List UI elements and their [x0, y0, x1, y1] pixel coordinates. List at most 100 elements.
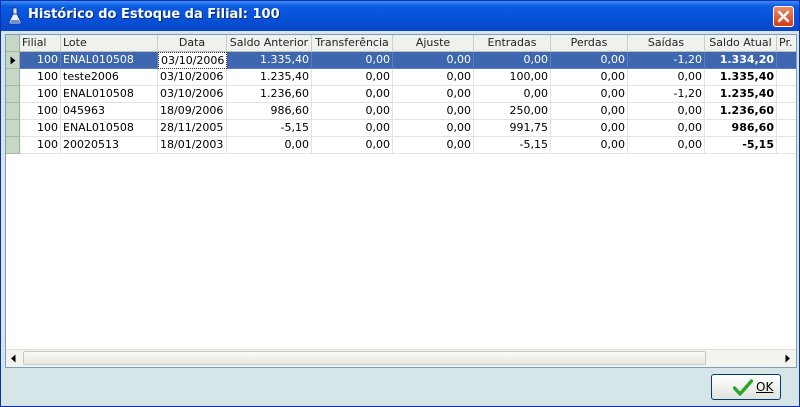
cell-entradas[interactable]: 0,00: [474, 86, 551, 103]
cell-lote[interactable]: ENAL010508: [61, 52, 158, 69]
row-indicator-cell[interactable]: [6, 103, 20, 120]
cell-perdas[interactable]: 0,00: [551, 120, 628, 137]
row-indicator-cell[interactable]: [6, 86, 20, 103]
column-header-saidas[interactable]: Saídas: [628, 35, 705, 52]
cell-transferencia[interactable]: 0,00: [312, 86, 393, 103]
cell-saldo-anterior[interactable]: 986,60: [227, 103, 312, 120]
cell-perdas[interactable]: 0,00: [551, 103, 628, 120]
cell-saldo-atual[interactable]: 1.335,40: [705, 69, 777, 86]
cell-entradas[interactable]: 250,00: [474, 103, 551, 120]
cell-lote[interactable]: teste2006: [61, 69, 158, 86]
cell-ajuste[interactable]: 0,00: [393, 103, 474, 120]
cell-perdas[interactable]: 0,00: [551, 86, 628, 103]
column-header-saldo-atual[interactable]: Saldo Atual: [705, 35, 777, 52]
row-indicator-cell[interactable]: [6, 120, 20, 137]
cell-ajuste[interactable]: 0,00: [393, 137, 474, 154]
flask-icon: [7, 7, 23, 25]
cell-pr[interactable]: [777, 103, 796, 120]
table-row[interactable]: 100 ENAL010508 03/10/2006 1.236,60 0,00 0,00 0…: [6, 86, 796, 103]
column-header-pr[interactable]: Pr.: [777, 35, 796, 52]
cell-data[interactable]: 18/09/2006: [158, 103, 227, 120]
cell-pr[interactable]: [777, 52, 796, 69]
cell-saldo-anterior[interactable]: 0,00: [227, 137, 312, 154]
cell-filial[interactable]: 100: [20, 86, 61, 103]
cell-pr[interactable]: [777, 69, 796, 86]
cell-data[interactable]: 03/10/2006: [158, 52, 227, 69]
cell-data[interactable]: 28/11/2005: [158, 120, 227, 137]
row-indicator-cell[interactable]: [6, 137, 20, 154]
close-icon: [777, 10, 790, 23]
table-row[interactable]: 100 ENAL010508 03/10/2006 1.335,40 0,00 0,00 0…: [6, 52, 796, 69]
cell-saidas[interactable]: 0,00: [628, 69, 705, 86]
cell-transferencia[interactable]: 0,00: [312, 52, 393, 69]
cell-saldo-anterior[interactable]: 1.335,40: [227, 52, 312, 69]
cell-perdas[interactable]: 0,00: [551, 69, 628, 86]
column-header-filial[interactable]: Filial: [20, 35, 61, 52]
cell-saldo-atual[interactable]: 1.235,40: [705, 86, 777, 103]
cell-pr[interactable]: [777, 86, 796, 103]
cell-saidas[interactable]: -1,20: [628, 52, 705, 69]
cell-saldo-anterior[interactable]: 1.236,60: [227, 86, 312, 103]
scroll-thumb[interactable]: [23, 351, 706, 365]
cell-lote[interactable]: 045963: [61, 103, 158, 120]
column-header-saldo-anterior[interactable]: Saldo Anterior: [227, 35, 312, 52]
cell-filial[interactable]: 100: [20, 120, 61, 137]
column-header-entradas[interactable]: Entradas: [474, 35, 551, 52]
cell-lote[interactable]: 20020513: [61, 137, 158, 154]
row-indicator-cell[interactable]: [6, 69, 20, 86]
stock-history-grid[interactable]: Filial Lote Data Saldo Anterior Transferênci…: [5, 34, 797, 368]
column-header-ajuste[interactable]: Ajuste: [393, 35, 474, 52]
scroll-right-button[interactable]: [780, 351, 795, 366]
cell-entradas[interactable]: 100,00: [474, 69, 551, 86]
column-header-lote[interactable]: Lote: [61, 35, 158, 52]
cell-transferencia[interactable]: 0,00: [312, 120, 393, 137]
cell-data[interactable]: 03/10/2006: [158, 69, 227, 86]
cell-saidas[interactable]: 0,00: [628, 103, 705, 120]
cell-saldo-anterior[interactable]: 1.235,40: [227, 69, 312, 86]
cell-pr[interactable]: [777, 120, 796, 137]
cell-saidas[interactable]: 0,00: [628, 137, 705, 154]
table-row[interactable]: 100 20020513 18/01/2003 0,00 0,00 0,00 -5,15 0,…: [6, 137, 796, 154]
cell-saidas[interactable]: -1,20: [628, 86, 705, 103]
cell-filial[interactable]: 100: [20, 69, 61, 86]
cell-ajuste[interactable]: 0,00: [393, 86, 474, 103]
cell-lote[interactable]: ENAL010508: [61, 86, 158, 103]
close-button[interactable]: [773, 6, 794, 27]
cell-ajuste[interactable]: 0,00: [393, 69, 474, 86]
cell-ajuste[interactable]: 0,00: [393, 52, 474, 69]
cell-ajuste[interactable]: 0,00: [393, 120, 474, 137]
cell-transferencia[interactable]: 0,00: [312, 69, 393, 86]
cell-transferencia[interactable]: 0,00: [312, 103, 393, 120]
row-pointer-icon: [10, 56, 16, 65]
cell-saldo-anterior[interactable]: -5,15: [227, 120, 312, 137]
column-header-transferencia[interactable]: Transferência: [312, 35, 393, 52]
table-row[interactable]: 100 045963 18/09/2006 986,60 0,00 0,00 250,00 0…: [6, 103, 796, 120]
cell-pr[interactable]: [777, 137, 796, 154]
cell-filial[interactable]: 100: [20, 137, 61, 154]
column-header-perdas[interactable]: Perdas: [551, 35, 628, 52]
column-header-data[interactable]: Data: [158, 35, 227, 52]
title-bar[interactable]: Histórico do Estoque da Filial: 100: [1, 1, 799, 31]
ok-button[interactable]: OK: [711, 374, 781, 400]
cell-saldo-atual[interactable]: 1.334,20: [705, 52, 777, 69]
cell-saldo-atual[interactable]: 986,60: [705, 120, 777, 137]
cell-entradas[interactable]: 0,00: [474, 52, 551, 69]
cell-lote[interactable]: ENAL010508: [61, 120, 158, 137]
cell-saidas[interactable]: 0,00: [628, 120, 705, 137]
cell-data[interactable]: 03/10/2006: [158, 86, 227, 103]
cell-filial[interactable]: 100: [20, 52, 61, 69]
cell-filial[interactable]: 100: [20, 103, 61, 120]
cell-saldo-atual[interactable]: -5,15: [705, 137, 777, 154]
cell-entradas[interactable]: 991,75: [474, 120, 551, 137]
row-indicator-cell[interactable]: [6, 52, 20, 69]
horizontal-scrollbar[interactable]: [6, 349, 796, 367]
table-row[interactable]: 100 ENAL010508 28/11/2005 -5,15 0,00 0,00 991,…: [6, 120, 796, 137]
cell-perdas[interactable]: 0,00: [551, 137, 628, 154]
scroll-left-button[interactable]: [6, 351, 21, 366]
cell-perdas[interactable]: 0,00: [551, 52, 628, 69]
cell-transferencia[interactable]: 0,00: [312, 137, 393, 154]
cell-entradas[interactable]: -5,15: [474, 137, 551, 154]
cell-saldo-atual[interactable]: 1.236,60: [705, 103, 777, 120]
cell-data[interactable]: 18/01/2003: [158, 137, 227, 154]
table-row[interactable]: 100 teste2006 03/10/2006 1.235,40 0,00 0,00 10…: [6, 69, 796, 86]
